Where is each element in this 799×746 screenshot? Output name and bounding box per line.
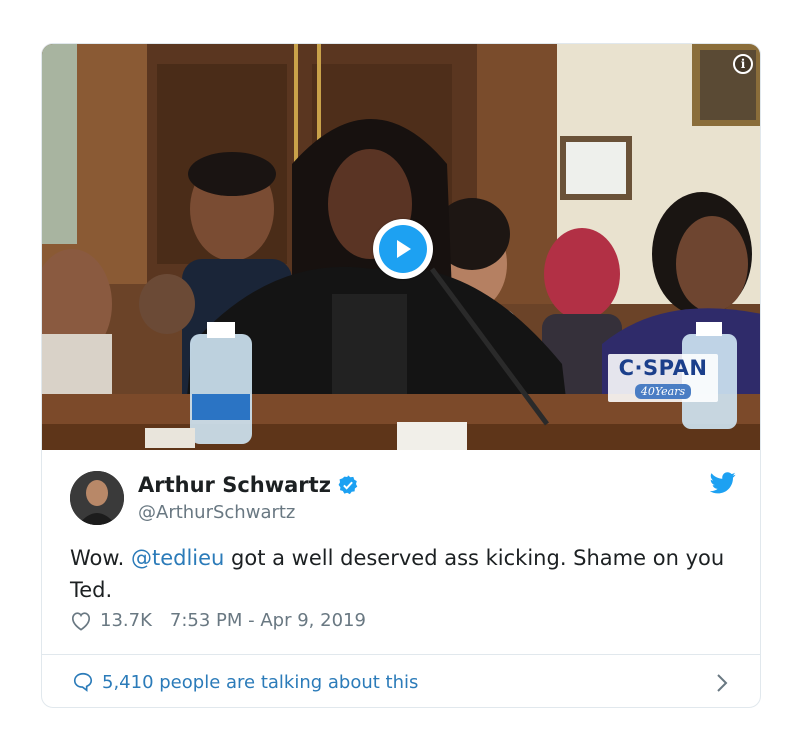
info-icon[interactable]: i	[733, 54, 753, 74]
tweet-text: Wow. @tedlieu got a well deserved ass ki…	[70, 542, 730, 606]
embedded-tweet-card[interactable]: i C·SPAN 40Years Arthur Schwartz @Arthur…	[41, 43, 761, 708]
chevron-right-icon	[717, 674, 728, 692]
conversation-link[interactable]: 5,410 people are talking about this	[42, 655, 760, 707]
avatar[interactable]	[70, 471, 124, 525]
tweet-author: Arthur Schwartz @ArthurSchwartz	[70, 469, 736, 529]
twitter-bird-icon[interactable]	[710, 471, 736, 495]
verified-badge-icon	[338, 475, 358, 495]
speech-bubble-icon	[73, 672, 93, 692]
author-name: Arthur Schwartz	[138, 473, 331, 497]
cspan-watermark: C·SPAN 40Years	[608, 354, 718, 402]
play-icon	[379, 225, 427, 273]
talking-label: 5,410 people are talking about this	[102, 671, 419, 693]
cspan-logo-text: C·SPAN	[618, 356, 708, 380]
heart-icon[interactable]	[70, 611, 92, 631]
cspan-subtitle: 40Years	[634, 384, 692, 399]
author-name-link[interactable]: Arthur Schwartz	[138, 473, 359, 497]
like-count[interactable]: 13.7K	[100, 610, 152, 631]
tweet-timestamp[interactable]: 7:53 PM - Apr 9, 2019	[170, 610, 366, 631]
tweet-meta: 13.7K 7:53 PM - Apr 9, 2019	[70, 610, 366, 631]
tweet-text-before: Wow.	[70, 546, 131, 570]
mention-link[interactable]: @tedlieu	[131, 546, 224, 570]
video-thumbnail[interactable]: i C·SPAN 40Years	[42, 44, 760, 450]
play-button[interactable]	[373, 219, 433, 279]
author-handle[interactable]: @ArthurSchwartz	[138, 502, 295, 523]
